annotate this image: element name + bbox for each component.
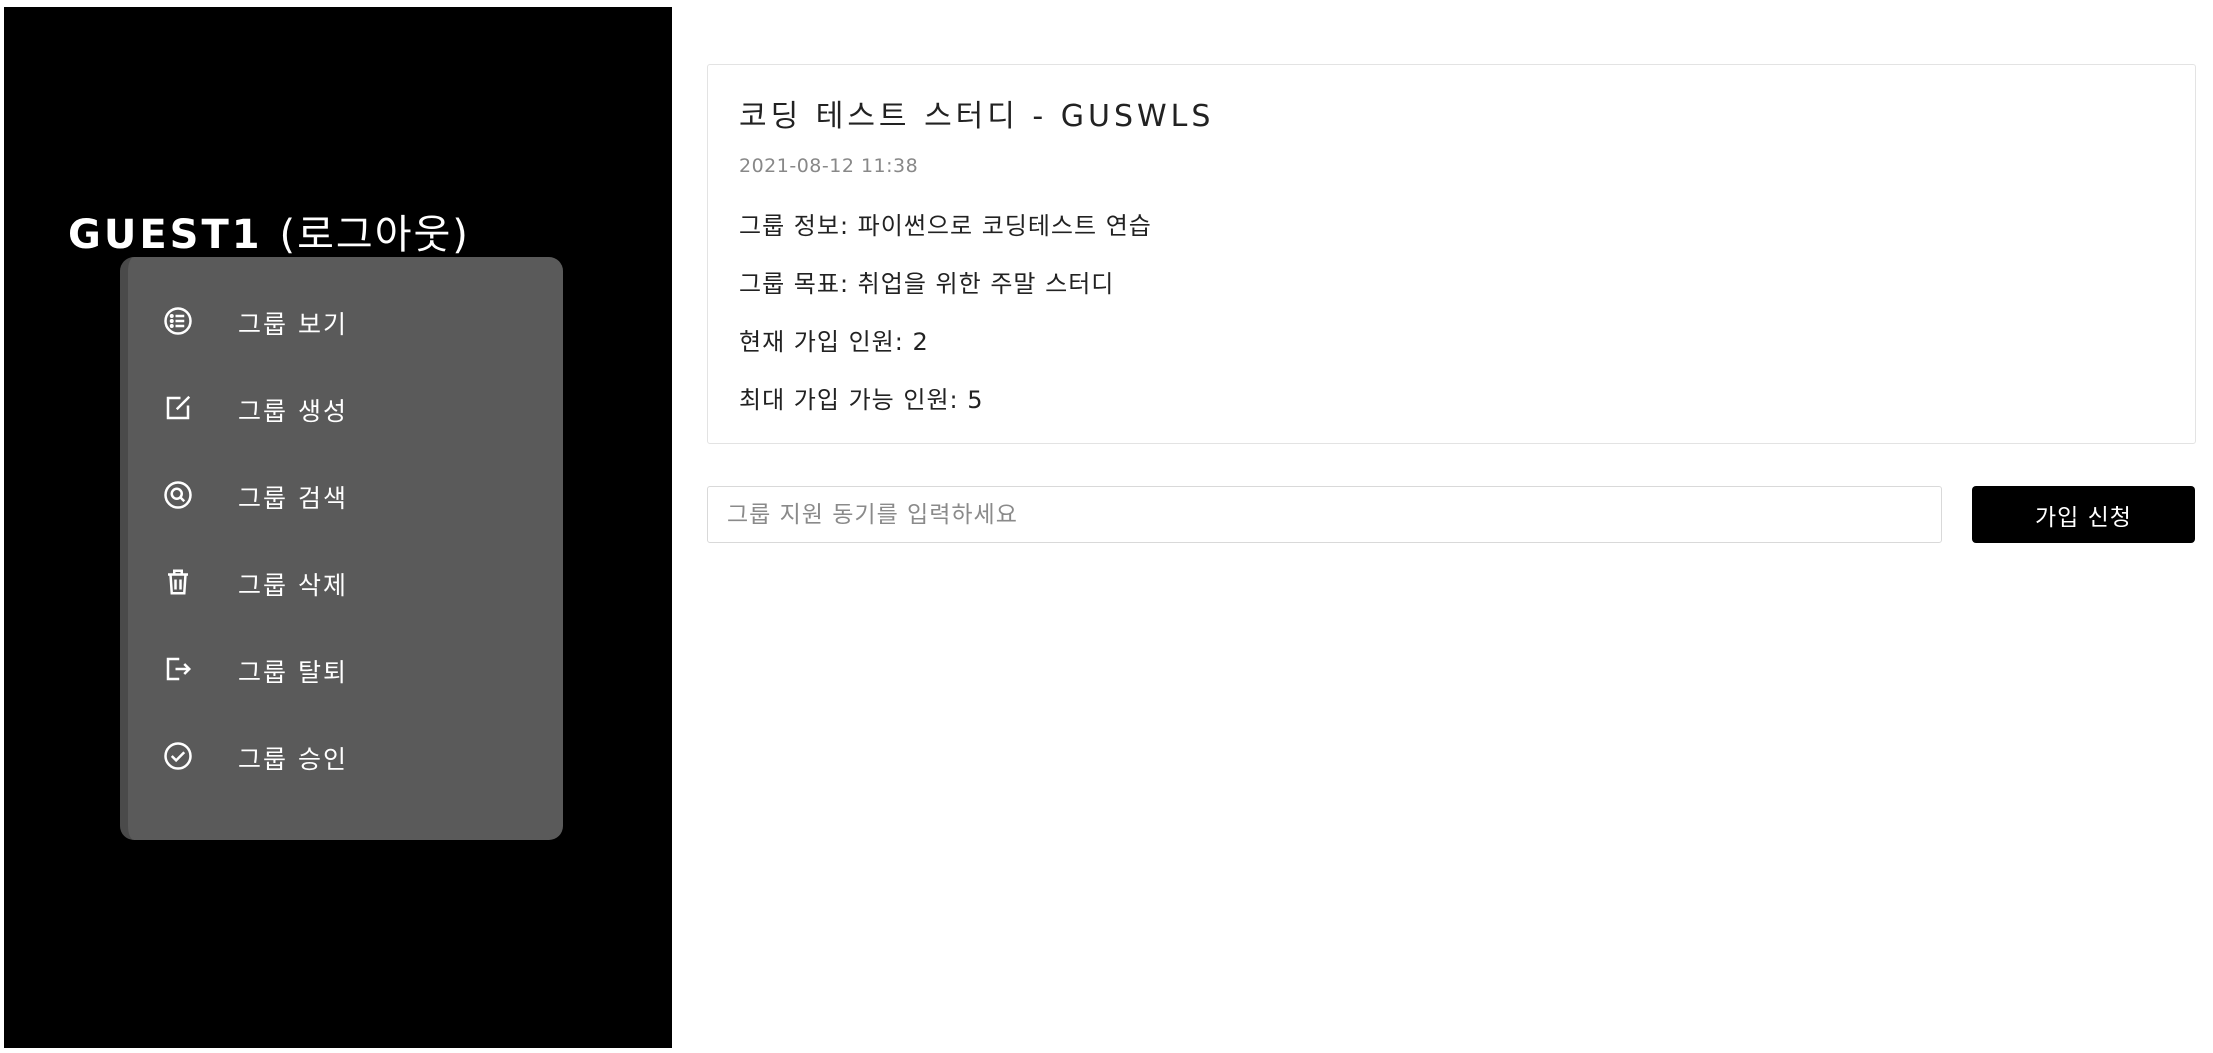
sidebar-item-label: 그룹 생성: [238, 397, 348, 426]
group-info: 그룹 정보: 파이썬으로 코딩테스트 연습: [739, 212, 1152, 240]
sidebar-item-label: 그룹 승인: [238, 745, 348, 774]
sidebar-item-leave-group[interactable]: 그룹 탈퇴: [128, 641, 563, 701]
sidebar-item-delete-group[interactable]: 그룹 삭제: [128, 554, 563, 614]
group-title: 코딩 테스트 스터디 - GUSWLS: [739, 99, 1215, 134]
sidebar-item-label: 그룹 보기: [238, 310, 348, 339]
logout-icon: [162, 653, 194, 685]
sidebar: GUEST1 (로그아웃) 그룹 보기 그룹 생성 그룹 검색 그룹 삭제 그룹…: [4, 7, 672, 1048]
sidebar-item-view-groups[interactable]: 그룹 보기: [128, 293, 563, 353]
join-request-button[interactable]: 가입 신청: [1972, 486, 2195, 543]
edit-icon: [162, 392, 194, 424]
sidebar-item-label: 그룹 삭제: [238, 571, 348, 600]
group-current-members: 현재 가입 인원: 2: [739, 328, 929, 356]
group-date: 2021-08-12 11:38: [739, 155, 919, 177]
sidebar-item-label: 그룹 검색: [238, 484, 348, 513]
sidebar-item-search-group[interactable]: 그룹 검색: [128, 467, 563, 527]
list-icon: [162, 305, 194, 337]
search-icon: [162, 479, 194, 511]
sidebar-item-create-group[interactable]: 그룹 생성: [128, 380, 563, 440]
group-goal: 그룹 목표: 취업을 위한 주말 스터디: [739, 270, 1115, 298]
group-max-members: 최대 가입 가능 인원: 5: [739, 386, 984, 414]
sidebar-item-approve-group[interactable]: 그룹 승인: [128, 728, 563, 788]
motive-input[interactable]: [707, 486, 1942, 543]
username: GUEST1: [68, 212, 263, 258]
trash-icon: [162, 566, 194, 598]
logout-link[interactable]: (로그아웃): [280, 212, 470, 258]
sidebar-menu: 그룹 보기 그룹 생성 그룹 검색 그룹 삭제 그룹 탈퇴 그룹 승인: [120, 257, 563, 840]
sidebar-item-label: 그룹 탈퇴: [238, 658, 348, 687]
group-detail-card: 코딩 테스트 스터디 - GUSWLS 2021-08-12 11:38 그룹 …: [707, 64, 2196, 444]
check-circle-icon: [162, 740, 194, 772]
user-header: GUEST1 (로그아웃): [68, 202, 470, 260]
